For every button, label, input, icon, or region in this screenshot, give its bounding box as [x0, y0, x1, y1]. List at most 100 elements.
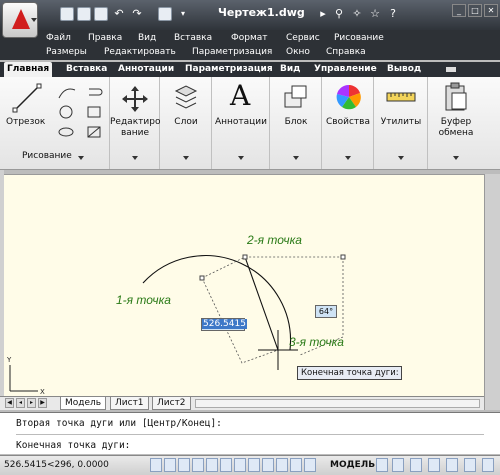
- application-menu-button[interactable]: [2, 2, 38, 38]
- line-button-label[interactable]: Отрезок: [6, 117, 45, 127]
- tab-view[interactable]: Вид: [277, 62, 303, 77]
- tab-parametric[interactable]: Параметризация: [182, 62, 276, 77]
- ducs-icon[interactable]: [248, 458, 260, 472]
- transparency-icon[interactable]: [290, 458, 302, 472]
- utilities-label[interactable]: Утилиты: [374, 117, 428, 127]
- close-icon[interactable]: ✕: [484, 4, 498, 17]
- chevron-down-icon[interactable]: [345, 156, 351, 160]
- clipboard-label-1[interactable]: Буфер: [428, 117, 484, 127]
- isolate-objects-icon[interactable]: [464, 458, 476, 472]
- rectangle-icon[interactable]: [84, 103, 104, 119]
- command-prompt[interactable]: Конечная точка дуги:: [16, 440, 130, 451]
- chevron-down-icon[interactable]: [238, 156, 244, 160]
- quick-access-dropdown-icon[interactable]: ▾: [176, 7, 190, 21]
- print-icon[interactable]: [158, 7, 172, 21]
- tab-layout2[interactable]: Лист2: [152, 397, 191, 410]
- model-layout-icon[interactable]: [376, 458, 388, 472]
- horizontal-scrollbar[interactable]: [195, 399, 480, 408]
- vertical-scrollbar[interactable]: [484, 174, 500, 410]
- modify-label-1[interactable]: Редактиро: [110, 117, 160, 127]
- redo-icon[interactable]: ↷: [130, 7, 144, 21]
- modify-label-2[interactable]: вание: [110, 128, 160, 138]
- block-label[interactable]: Блок: [270, 117, 322, 127]
- color-wheel-icon[interactable]: [334, 82, 364, 112]
- grid-icon[interactable]: [164, 458, 176, 472]
- menu-format[interactable]: Формат: [231, 33, 268, 43]
- dyn-icon[interactable]: [262, 458, 274, 472]
- otrack-icon[interactable]: [234, 458, 246, 472]
- ortho-icon[interactable]: [178, 458, 190, 472]
- clean-screen-icon[interactable]: [482, 458, 494, 472]
- osnap-icon[interactable]: [206, 458, 218, 472]
- ellipse-icon[interactable]: [56, 123, 76, 139]
- model-space-toggle[interactable]: МОДЕЛЬ: [330, 460, 375, 470]
- first-tab-icon[interactable]: ◀: [5, 398, 14, 408]
- menu-insert[interactable]: Вставка: [174, 33, 212, 43]
- chevron-down-icon[interactable]: [453, 156, 459, 160]
- dynamic-input-value[interactable]: 526.5415: [202, 319, 247, 329]
- wrench-icon[interactable]: ✧: [350, 7, 364, 21]
- properties-label[interactable]: Свойства: [322, 117, 374, 127]
- menu-file[interactable]: Файл: [46, 33, 71, 43]
- move-icon[interactable]: [121, 85, 149, 113]
- tab-manage[interactable]: Управление: [311, 62, 380, 77]
- undo-icon[interactable]: ↶: [112, 7, 126, 21]
- star-icon[interactable]: ☆: [368, 7, 382, 21]
- menu-view[interactable]: Вид: [138, 33, 156, 43]
- save-icon[interactable]: [94, 7, 108, 21]
- annotation-scale-icon[interactable]: [392, 458, 404, 472]
- search-icon[interactable]: ▸: [316, 7, 330, 21]
- polar-icon[interactable]: [192, 458, 204, 472]
- line-tool-icon[interactable]: [12, 83, 42, 113]
- polyline-loop-icon[interactable]: [84, 83, 104, 99]
- tab-annotate[interactable]: Аннотации: [115, 62, 177, 77]
- menu-window[interactable]: Окно: [286, 47, 310, 57]
- clipboard-label-2[interactable]: обмена: [428, 128, 484, 138]
- tab-layout1[interactable]: Лист1: [110, 397, 149, 410]
- menu-edit[interactable]: Правка: [88, 33, 122, 43]
- chevron-down-icon[interactable]: [78, 156, 84, 160]
- next-tab-icon[interactable]: ▸: [27, 398, 36, 408]
- menu-modify[interactable]: Редактировать: [104, 47, 176, 57]
- prev-tab-icon[interactable]: ◂: [16, 398, 25, 408]
- tab-insert[interactable]: Вставка: [63, 62, 110, 77]
- lock-icon[interactable]: [446, 458, 458, 472]
- annotation-visibility-icon[interactable]: [410, 458, 422, 472]
- menu-parametric[interactable]: Параметризация: [192, 47, 272, 57]
- maximize-icon[interactable]: □: [468, 4, 482, 17]
- text-icon[interactable]: A: [230, 79, 250, 112]
- menu-dimension[interactable]: Размеры: [46, 47, 87, 57]
- chevron-down-icon[interactable]: [398, 156, 404, 160]
- annotation-label[interactable]: Аннотации: [212, 117, 270, 127]
- circle-icon[interactable]: [56, 103, 76, 119]
- chevron-down-icon[interactable]: [293, 156, 299, 160]
- tab-home[interactable]: Главная: [4, 62, 53, 77]
- snap-icon[interactable]: [150, 458, 162, 472]
- menu-help[interactable]: Справка: [326, 47, 366, 57]
- binoculars-icon[interactable]: ⚲: [332, 7, 346, 21]
- command-line[interactable]: Вторая точка дуги или [Центр/Конец]: Кон…: [0, 412, 500, 454]
- lineweight-icon[interactable]: [276, 458, 288, 472]
- workspace-switch-icon[interactable]: [428, 458, 440, 472]
- new-file-icon[interactable]: [60, 7, 74, 21]
- layers-icon[interactable]: [173, 83, 199, 111]
- measure-icon[interactable]: [385, 87, 417, 109]
- chevron-down-icon[interactable]: [183, 156, 189, 160]
- quick-properties-icon[interactable]: [304, 458, 316, 472]
- block-icon[interactable]: [282, 83, 310, 111]
- minimize-icon[interactable]: _: [452, 4, 466, 17]
- open-file-icon[interactable]: [77, 7, 91, 21]
- menu-tools[interactable]: Сервис: [286, 33, 320, 43]
- menu-draw[interactable]: Рисование: [334, 33, 384, 43]
- polyline-icon[interactable]: [56, 83, 76, 99]
- dynamic-input-field[interactable]: 526.5415: [201, 318, 247, 331]
- help-icon[interactable]: ?: [386, 7, 400, 21]
- tab-output[interactable]: Вывод: [384, 62, 424, 77]
- hatch-icon[interactable]: [84, 123, 104, 139]
- layers-label[interactable]: Слои: [160, 117, 212, 127]
- tab-model[interactable]: Модель: [60, 397, 107, 410]
- drawing-canvas[interactable]: Y X: [0, 174, 500, 396]
- ribbon-minimize-icon[interactable]: [446, 67, 456, 72]
- chevron-down-icon[interactable]: [132, 156, 138, 160]
- clipboard-icon[interactable]: [443, 82, 469, 112]
